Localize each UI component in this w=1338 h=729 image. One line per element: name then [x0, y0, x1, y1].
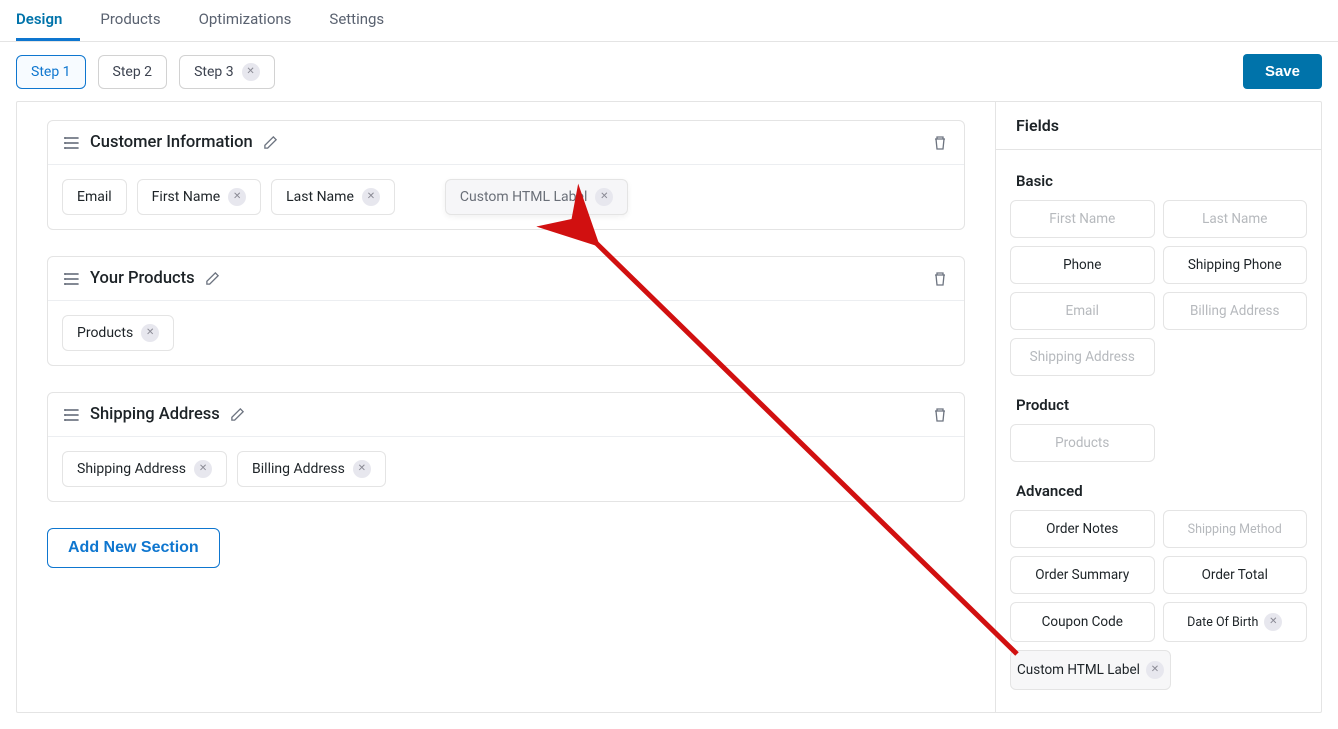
chip-last-name[interactable]: Last Name ✕ [271, 179, 395, 215]
steps-list: Step 1 Step 2 Step 3 ✕ [16, 55, 275, 89]
step-pill-2[interactable]: Step 2 [98, 55, 168, 89]
close-icon[interactable]: ✕ [228, 188, 246, 206]
step-label: Step 1 [31, 64, 71, 80]
field-shipping-phone[interactable]: Shipping Phone [1163, 246, 1308, 284]
field-order-summary[interactable]: Order Summary [1010, 556, 1155, 594]
chip-label: Email [77, 189, 112, 205]
field-order-total[interactable]: Order Total [1163, 556, 1308, 594]
section-header: Your Products [48, 257, 964, 301]
trash-icon[interactable] [932, 407, 948, 423]
field-coupon-code[interactable]: Coupon Code [1010, 602, 1155, 642]
drag-handle-icon[interactable] [64, 271, 80, 287]
step-label: Step 2 [113, 64, 153, 80]
field-last-name[interactable]: Last Name [1163, 200, 1308, 238]
section-body[interactable]: Shipping Address ✕ Billing Address ✕ [48, 437, 964, 501]
group-label-product: Product [1016, 396, 1301, 414]
chip-label: First Name [152, 189, 220, 205]
field-billing-address[interactable]: Billing Address [1163, 292, 1308, 330]
close-icon[interactable]: ✕ [194, 460, 212, 478]
chip-first-name[interactable]: First Name ✕ [137, 179, 261, 215]
pencil-icon[interactable] [205, 271, 220, 286]
field-phone[interactable]: Phone [1010, 246, 1155, 284]
main-layout: Customer Information Email First Name ✕ … [16, 101, 1322, 713]
field-first-name[interactable]: First Name [1010, 200, 1155, 238]
steps-row: Step 1 Step 2 Step 3 ✕ Save [0, 42, 1338, 101]
close-icon[interactable]: ✕ [1264, 613, 1282, 631]
close-icon[interactable]: ✕ [1146, 661, 1164, 679]
fields-panel-title: Fields [996, 102, 1321, 150]
trash-icon[interactable] [932, 271, 948, 287]
section-shipping-address: Shipping Address Shipping Address ✕ Bill… [47, 392, 965, 502]
tab-optimizations[interactable]: Optimizations [199, 0, 310, 41]
drag-handle-icon[interactable] [64, 135, 80, 151]
field-shipping-method[interactable]: Shipping Method [1163, 510, 1308, 548]
step-pill-1[interactable]: Step 1 [16, 55, 86, 89]
close-icon[interactable]: ✕ [353, 460, 371, 478]
field-shipping-address[interactable]: Shipping Address [1010, 338, 1155, 376]
trash-icon[interactable] [932, 135, 948, 151]
field-group-advanced: Order Notes Shipping Method Order Summar… [1010, 510, 1307, 690]
section-body[interactable]: Email First Name ✕ Last Name ✕ Custom HT… [48, 165, 964, 229]
section-title: Customer Information [90, 133, 253, 152]
close-icon[interactable]: ✕ [242, 63, 260, 81]
field-order-notes[interactable]: Order Notes [1010, 510, 1155, 548]
field-group-basic: First Name Last Name Phone Shipping Phon… [1010, 200, 1307, 376]
fields-panel-body: Basic First Name Last Name Phone Shippin… [996, 150, 1321, 712]
add-new-section-button[interactable]: Add New Section [47, 528, 220, 568]
section-header: Customer Information [48, 121, 964, 165]
chip-shipping-address[interactable]: Shipping Address ✕ [62, 451, 227, 487]
group-label-basic: Basic [1016, 172, 1301, 190]
field-label: Date Of Birth [1187, 615, 1258, 630]
section-body[interactable]: Products ✕ [48, 301, 964, 365]
tab-design[interactable]: Design [16, 0, 80, 41]
section-your-products: Your Products Products ✕ [47, 256, 965, 366]
close-icon[interactable]: ✕ [141, 324, 159, 342]
group-label-advanced: Advanced [1016, 482, 1301, 500]
close-icon[interactable]: ✕ [595, 188, 613, 206]
field-email[interactable]: Email [1010, 292, 1155, 330]
chip-billing-address[interactable]: Billing Address ✕ [237, 451, 386, 487]
section-title: Shipping Address [90, 405, 220, 424]
field-date-of-birth[interactable]: Date Of Birth ✕ [1163, 602, 1308, 642]
tab-products[interactable]: Products [100, 0, 178, 41]
chip-label: Products [77, 325, 133, 341]
drag-handle-icon[interactable] [64, 407, 80, 423]
save-button[interactable]: Save [1243, 54, 1322, 89]
chip-products[interactable]: Products ✕ [62, 315, 174, 351]
close-icon[interactable]: ✕ [362, 188, 380, 206]
pencil-icon[interactable] [263, 135, 278, 150]
chip-label: Last Name [286, 189, 354, 205]
chip-email[interactable]: Email [62, 179, 127, 215]
section-title: Your Products [90, 269, 195, 288]
left-pane: Customer Information Email First Name ✕ … [17, 102, 995, 712]
section-customer-information: Customer Information Email First Name ✕ … [47, 120, 965, 230]
step-label: Step 3 [194, 64, 234, 80]
step-pill-3[interactable]: Step 3 ✕ [179, 55, 275, 89]
section-header: Shipping Address [48, 393, 964, 437]
chip-custom-html-label[interactable]: Custom HTML Label ✕ [445, 179, 628, 215]
chip-label: Custom HTML Label [460, 189, 587, 205]
field-products[interactable]: Products [1010, 424, 1155, 462]
right-pane: Fields Basic First Name Last Name Phone … [995, 102, 1321, 712]
top-tabbar: Design Products Optimizations Settings [0, 0, 1338, 42]
field-group-product: Products [1010, 424, 1307, 462]
chip-label: Billing Address [252, 461, 345, 477]
field-custom-html-label[interactable]: Custom HTML Label ✕ [1010, 650, 1171, 690]
chip-label: Shipping Address [77, 461, 186, 477]
pencil-icon[interactable] [230, 407, 245, 422]
field-label: Custom HTML Label [1017, 662, 1140, 678]
tab-settings[interactable]: Settings [329, 0, 402, 41]
